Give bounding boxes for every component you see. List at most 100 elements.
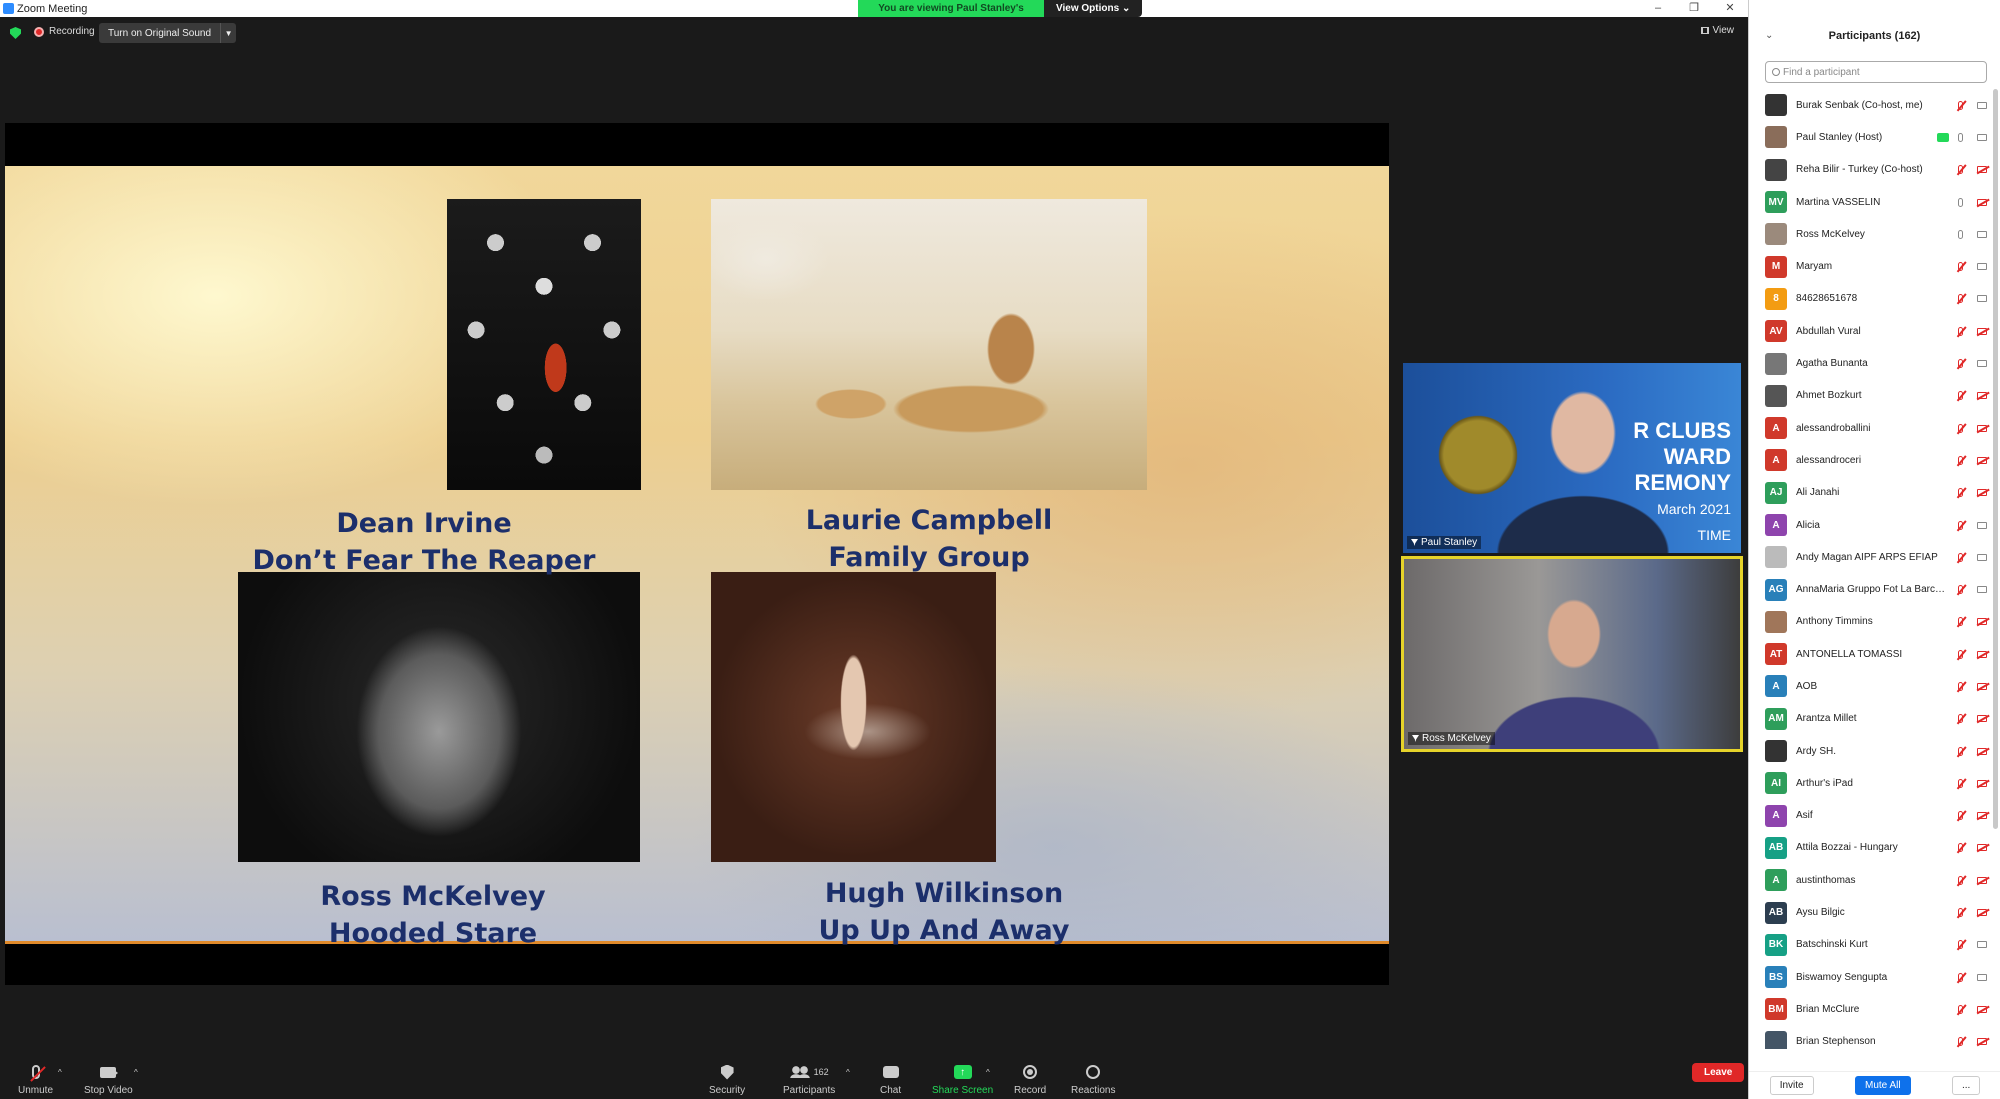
participant-row[interactable]: Agatha Bunanta <box>1749 347 2000 379</box>
mic-muted-icon[interactable] <box>1955 487 1965 499</box>
view-options-button[interactable]: View Options ⌄ <box>1044 0 1143 17</box>
participant-avatar-initials: A <box>1765 804 1787 827</box>
participant-name: Batschinski Kurt <box>1796 939 1868 951</box>
stop-video-button[interactable]: Stop Video <box>84 1063 133 1096</box>
mic-icon[interactable] <box>1955 228 1965 240</box>
mic-muted-icon[interactable] <box>1955 99 1965 111</box>
mic-muted-icon[interactable] <box>1955 261 1965 273</box>
audio-options-caret-icon[interactable]: ^ <box>58 1068 62 1077</box>
participant-row[interactable]: AB Aysu Bilgic <box>1749 896 2000 928</box>
participant-row[interactable]: BS Biswamoy Sengupta <box>1749 961 2000 993</box>
mic-muted-icon[interactable] <box>1955 390 1965 402</box>
participant-row[interactable]: AM Arantza Millet <box>1749 703 2000 735</box>
mic-muted-icon[interactable] <box>1955 422 1965 434</box>
share-options-caret-icon[interactable]: ^ <box>986 1068 990 1077</box>
participant-list-scrollbar[interactable] <box>1993 89 1998 829</box>
mic-muted-icon[interactable] <box>1955 519 1965 531</box>
more-options-button[interactable]: ... <box>1951 1076 1981 1095</box>
original-sound-button[interactable]: Turn on Original Sound <box>99 28 220 39</box>
video-options-caret-icon[interactable]: ^ <box>134 1068 138 1077</box>
participant-row[interactable]: Aaustinthomas <box>1749 864 2000 896</box>
mic-muted-icon[interactable] <box>1955 1003 1965 1015</box>
original-sound-dropdown-icon[interactable]: ▼ <box>220 23 236 43</box>
mic-muted-icon[interactable] <box>1955 454 1965 466</box>
participant-row[interactable]: Brian Stephenson <box>1749 1026 2000 1049</box>
participant-search-input[interactable]: Find a participant <box>1765 61 1987 83</box>
reactions-button[interactable]: Reactions <box>1071 1063 1115 1096</box>
mic-muted-icon[interactable] <box>1955 971 1965 983</box>
participant-row[interactable]: Paul Stanley (Host) <box>1749 121 2000 153</box>
shared-screen[interactable]: Dean Irvine Don’t Fear The Reaper Laurie… <box>5 123 1389 985</box>
participant-row[interactable]: Aalessandroballini <box>1749 412 2000 444</box>
mute-all-button[interactable]: Mute All <box>1854 1076 1911 1095</box>
participant-row[interactable]: AG AnnaMaria Gruppo Fot La Barch... <box>1749 573 2000 605</box>
mic-muted-icon[interactable] <box>1955 325 1965 337</box>
mic-muted-icon[interactable] <box>1955 680 1965 692</box>
participant-name: Ali Janahi <box>1796 487 1840 499</box>
video-tile-paul-stanley[interactable]: R CLUBS WARD REMONY March 2021 TIME Paul… <box>1403 363 1741 553</box>
participant-row[interactable]: AV Abdullah Vural <box>1749 315 2000 347</box>
participant-row[interactable]: A Alicia <box>1749 509 2000 541</box>
participants-icon <box>789 1066 810 1078</box>
view-button[interactable]: View <box>1700 25 1734 36</box>
participant-row[interactable]: Anthony Timmins <box>1749 606 2000 638</box>
participant-row[interactable]: M Maryam <box>1749 250 2000 282</box>
mic-muted-icon[interactable] <box>1955 584 1965 596</box>
mic-muted-icon[interactable] <box>1955 777 1965 789</box>
mic-icon[interactable] <box>1955 131 1965 143</box>
minimize-button[interactable]: – <box>1640 0 1676 17</box>
mic-muted-icon[interactable] <box>1955 745 1965 757</box>
backdrop-text: TIME <box>1697 527 1731 543</box>
participants-button[interactable]: 162 Participants <box>783 1063 835 1096</box>
security-button[interactable]: Security <box>709 1063 745 1096</box>
recording-indicator[interactable]: Recording <box>34 26 95 37</box>
mic-muted-icon[interactable] <box>1955 293 1965 305</box>
backdrop-text: R CLUBS <box>1633 418 1731 443</box>
close-button[interactable]: ✕ <box>1712 0 1748 17</box>
participant-list[interactable]: Burak Senbak (Co-host, me) Paul Stanley (… <box>1749 89 2000 1049</box>
participant-row[interactable]: Burak Senbak (Co-host, me) <box>1749 89 2000 121</box>
leave-button[interactable]: Leave <box>1692 1063 1745 1082</box>
participant-row[interactable]: MV Martina VASSELIN <box>1749 186 2000 218</box>
video-tile-ross-mckelvey[interactable]: Ross McKelvey <box>1401 556 1743 752</box>
participants-panel: ⌄ Participants (162) Find a participant … <box>1748 0 2000 1099</box>
participant-row[interactable]: A AOB <box>1749 670 2000 702</box>
mic-muted-icon[interactable] <box>1955 874 1965 886</box>
chat-button[interactable]: Chat <box>880 1063 901 1096</box>
invite-button[interactable]: Invite <box>1769 1076 1814 1095</box>
mic-muted-icon[interactable] <box>1955 907 1965 919</box>
record-button[interactable]: Record <box>1014 1063 1046 1096</box>
participant-row[interactable]: Andy Magan AIPF ARPS EFIAP <box>1749 541 2000 573</box>
participant-row[interactable]: 8 84628651678 <box>1749 283 2000 315</box>
participant-row[interactable]: AI Arthur's iPad <box>1749 767 2000 799</box>
mic-muted-icon[interactable] <box>1955 842 1965 854</box>
mic-muted-icon[interactable] <box>1955 810 1965 822</box>
participant-row[interactable]: AJ Ali Janahi <box>1749 477 2000 509</box>
participant-row[interactable]: Ahmet Bozkurt <box>1749 380 2000 412</box>
participant-row[interactable]: Ross McKelvey <box>1749 218 2000 250</box>
search-placeholder: Find a participant <box>1783 66 1860 78</box>
unmute-button[interactable]: Unmute <box>18 1063 53 1096</box>
participant-row[interactable]: A Asif <box>1749 800 2000 832</box>
participant-row[interactable]: BK Batschinski Kurt <box>1749 929 2000 961</box>
participant-row[interactable]: AB Attila Bozzai - Hungary <box>1749 832 2000 864</box>
participant-row[interactable]: Aalessandroceri <box>1749 444 2000 476</box>
record-icon <box>1023 1065 1038 1079</box>
encryption-shield-icon[interactable] <box>10 27 21 39</box>
restore-button[interactable]: ❐ <box>1676 0 1712 17</box>
mic-muted-icon[interactable] <box>1955 164 1965 176</box>
participants-caret-icon[interactable]: ^ <box>846 1068 850 1077</box>
mic-icon[interactable] <box>1955 196 1965 208</box>
mic-muted-icon[interactable] <box>1955 939 1965 951</box>
mic-muted-icon[interactable] <box>1955 1036 1965 1048</box>
mic-muted-icon[interactable] <box>1955 551 1965 563</box>
mic-muted-icon[interactable] <box>1955 713 1965 725</box>
participant-row[interactable]: BM Brian McClure <box>1749 993 2000 1025</box>
participant-row[interactable]: AT ANTONELLA TOMASSI <box>1749 638 2000 670</box>
participant-row[interactable]: Ardy SH. <box>1749 735 2000 767</box>
share-screen-button[interactable]: ↑ Share Screen <box>932 1063 993 1096</box>
participant-row[interactable]: Reha Bilir - Turkey (Co-host) <box>1749 154 2000 186</box>
mic-muted-icon[interactable] <box>1955 358 1965 370</box>
mic-muted-icon[interactable] <box>1955 616 1965 628</box>
mic-muted-icon[interactable] <box>1955 648 1965 660</box>
